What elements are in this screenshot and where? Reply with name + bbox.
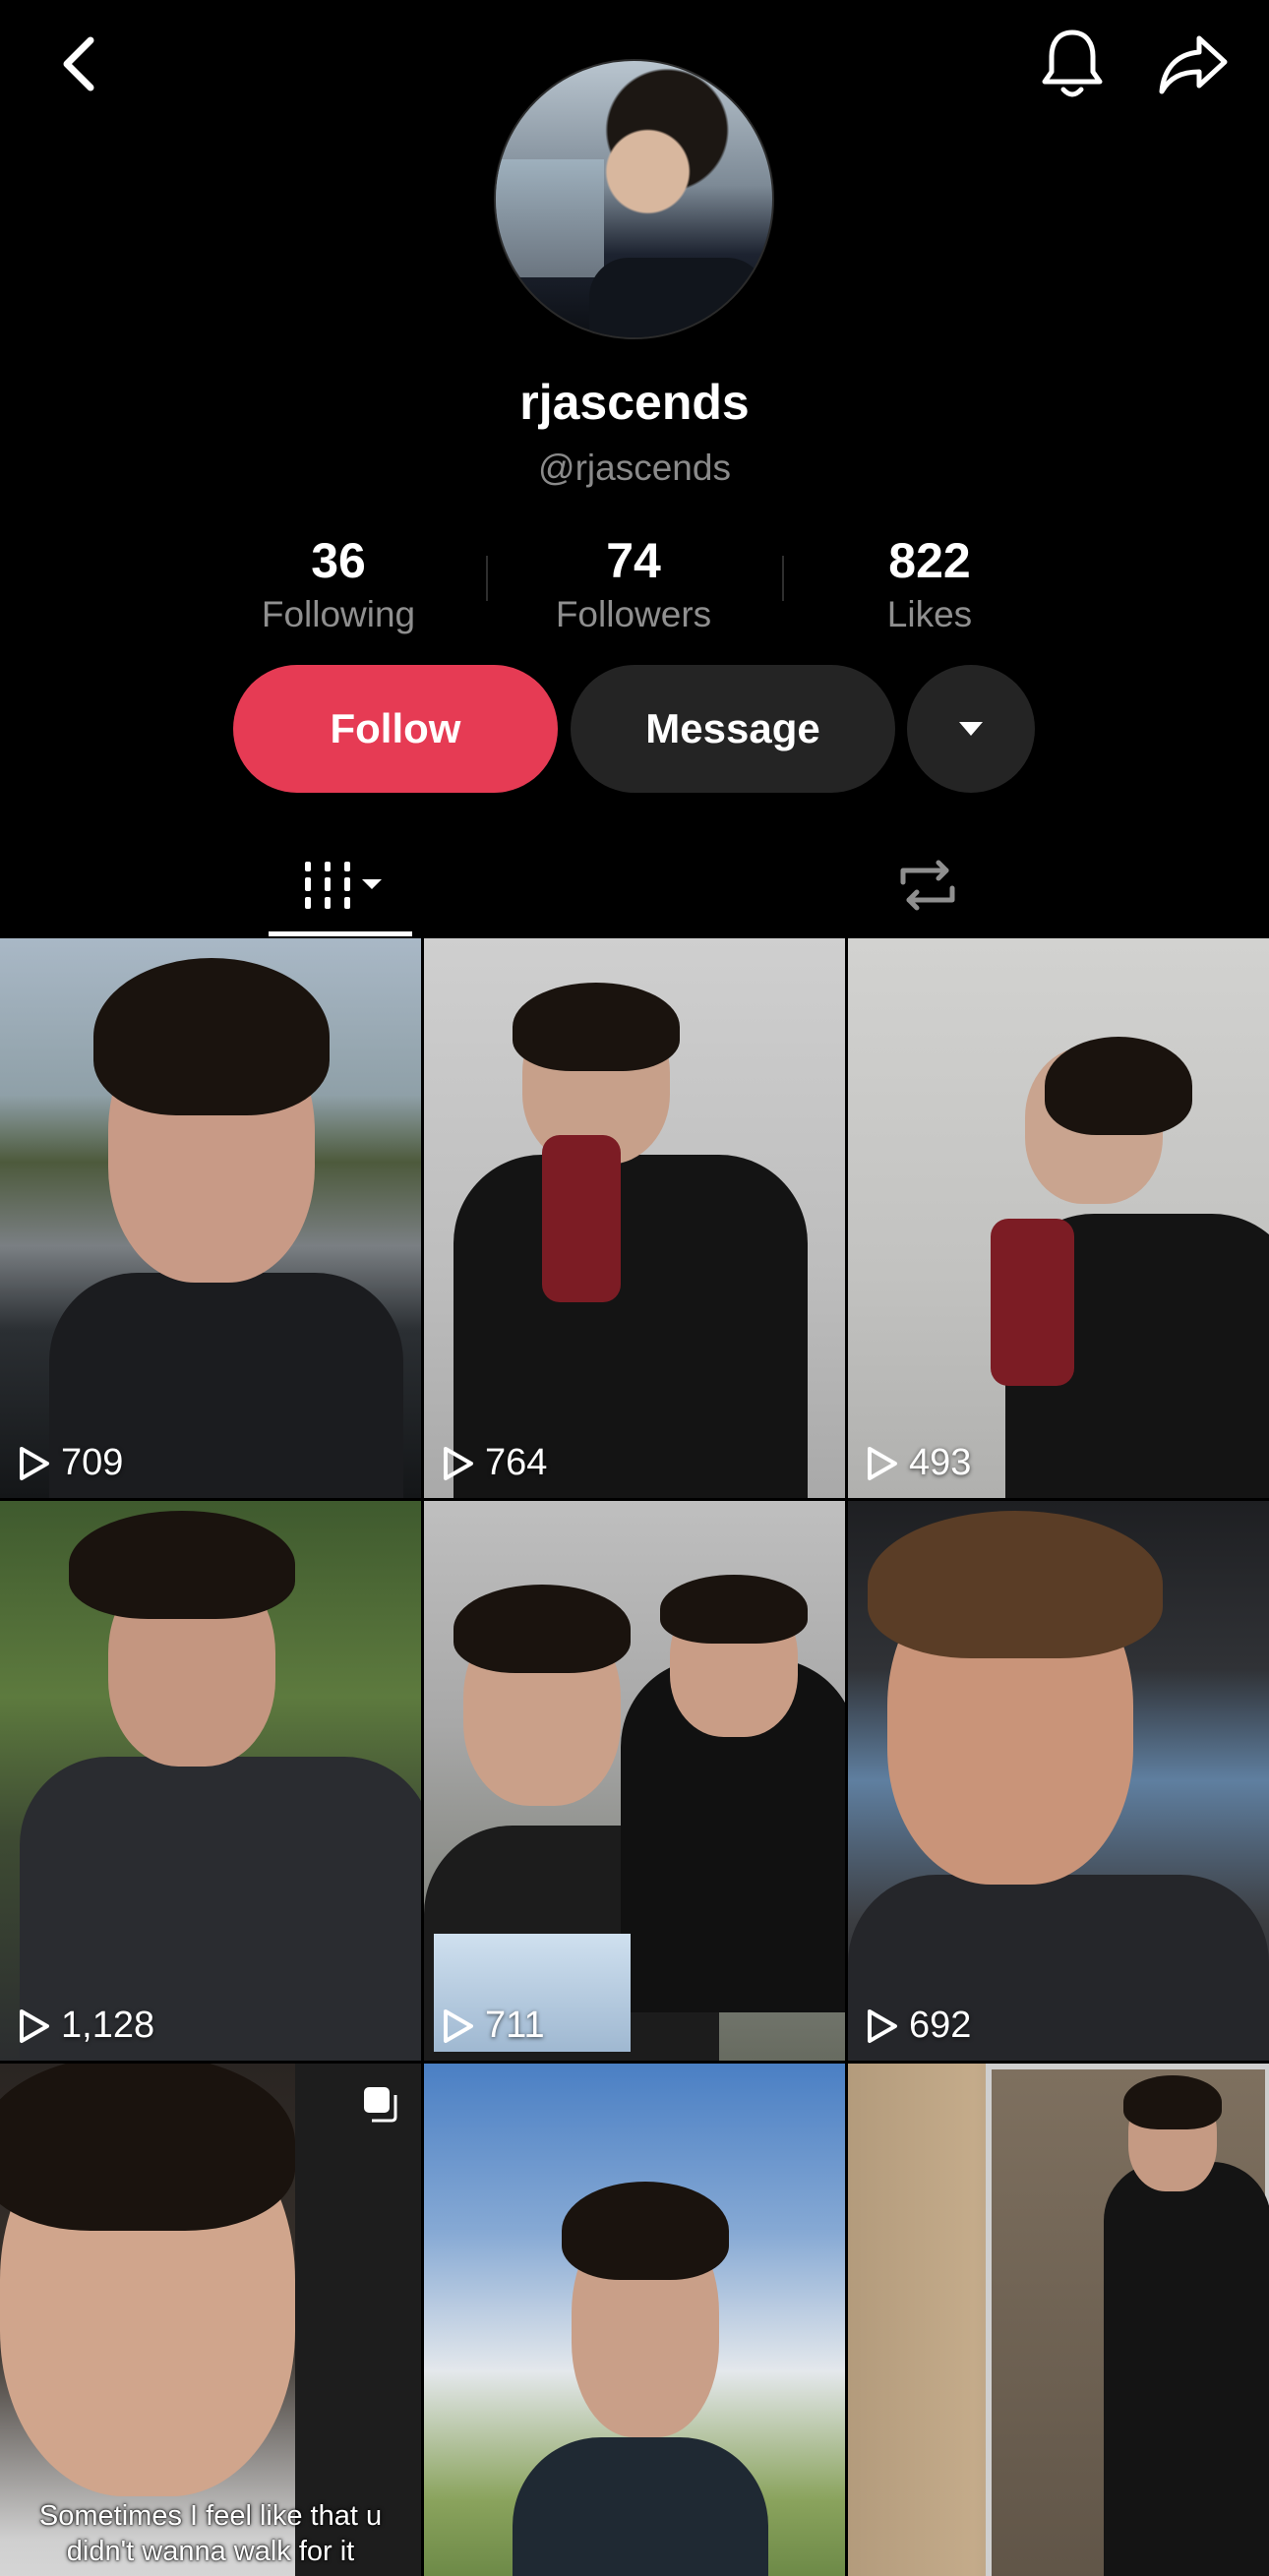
username-handle: @rjascends [538,448,731,488]
share-icon [1159,35,1227,94]
video-thumbnail[interactable]: 1,128 [0,1501,421,2061]
bell-icon [1042,30,1103,97]
likes-count: 822 [888,533,971,588]
video-thumbnail[interactable]: 692 [848,1501,1269,2061]
play-icon [444,2008,473,2043]
tab-videos[interactable] [269,836,412,934]
video-thumbnail[interactable] [848,2064,1269,2576]
play-icon [20,2008,49,2043]
chevron-left-icon [63,36,94,91]
share-button[interactable] [1151,25,1235,103]
following-stat[interactable]: 36 Following [191,531,486,639]
view-count: 764 [442,1442,547,1484]
play-icon [868,1446,897,1480]
caret-down-icon [959,722,983,736]
view-count: 692 [866,2005,971,2047]
repost-icon [900,860,955,911]
display-name: rjascends [519,375,750,430]
profile-page: rjascends @rjascends 36 Following 74 Fol… [0,0,1269,2576]
following-count: 36 [311,533,366,588]
avatar[interactable] [494,59,774,339]
follow-button[interactable]: Follow [233,665,558,793]
likes-stat[interactable]: 822 Likes [782,531,1077,639]
play-icon [20,1446,49,1480]
video-thumbnail[interactable]: 764 [424,938,845,1498]
followers-label: Followers [555,594,712,634]
notification-button[interactable] [1033,25,1112,103]
multi-photo-icon [360,2083,401,2129]
followers-stat[interactable]: 74 Followers [486,531,781,639]
video-caption: Sometimes I feel like that u didn't wann… [38,2500,383,2567]
video-thumbnail[interactable]: Sometimes I feel like that u didn't wann… [0,2064,421,2576]
video-thumbnail[interactable]: 493 [848,938,1269,1498]
play-icon [868,2008,897,2043]
video-thumbnail[interactable] [424,2064,845,2576]
message-button[interactable]: Message [571,665,895,793]
view-count: 1,128 [18,2005,154,2047]
following-label: Following [261,594,416,634]
tab-reposts[interactable] [856,836,999,934]
play-icon [444,1446,473,1480]
video-thumbnail[interactable]: 709 [0,938,421,1498]
view-count: 493 [866,1442,971,1484]
more-options-button[interactable] [907,665,1035,793]
back-button[interactable] [44,30,113,98]
view-count: 711 [442,2005,545,2047]
grid-icon [305,862,382,909]
view-count: 709 [18,1442,123,1484]
likes-label: Likes [886,594,973,634]
active-tab-indicator [269,931,412,936]
followers-count: 74 [606,533,661,588]
video-thumbnail[interactable]: 711 [424,1501,845,2061]
